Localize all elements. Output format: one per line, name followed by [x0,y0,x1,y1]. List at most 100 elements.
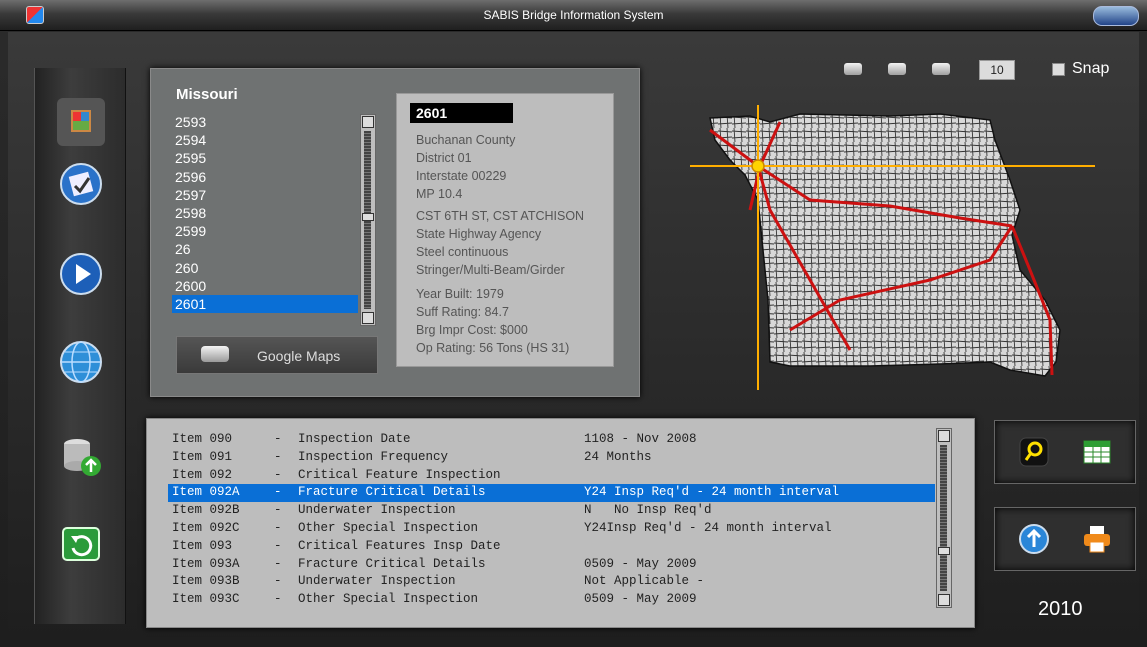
inspection-list-scrollbar[interactable] [936,428,952,608]
brg-impr-cost: Brg Impr Cost: $000 [416,323,528,337]
bridge-info-card: 2601 Buchanan County District 01 Interst… [396,93,614,367]
inspection-row[interactable]: Item 093 - Critical Features Insp Date [168,538,935,556]
inspection-row[interactable]: Item 093A - Fracture Critical Details 0509 … [168,556,935,574]
map-option-button-2[interactable] [888,63,906,75]
inspection-value: Y24 Insp Req'd - 24 month interval [584,485,840,500]
inspection-value: 0509 - May 2009 [584,592,697,607]
inspection-row[interactable]: Item 093B - Underwater Inspection Not Appli… [168,573,935,591]
title-bar: SABIS Bridge Information System [0,0,1147,31]
list-item[interactable]: 2595 [172,149,358,167]
inspection-dash: - [274,503,282,518]
table-grid-icon[interactable] [1081,436,1113,468]
inspection-desc: Critical Features Insp Date [298,538,501,553]
inspection-items-list[interactable]: Item 090- Inspection Date 1108 - Nov 2008 I… [168,431,935,609]
inspection-desc: Other Special Inspection [298,520,479,535]
inspection-row[interactable]: Item 093C - Other Special Inspection 0509 -… [168,591,935,609]
inspection-dash: - [274,592,282,607]
print-icon[interactable] [1081,523,1113,555]
inspection-value: N No Insp Req'd [584,503,712,518]
inspection-item: Item 092 [172,467,233,482]
inspection-row[interactable]: Item 090 - Inspection Date 1108 - Nov 2008 [168,431,935,449]
list-item[interactable]: 2596 [172,168,358,186]
year-built: Year Built: 1979 [416,287,504,301]
inspection-dash: - [274,467,282,482]
scroll-down-arrow[interactable] [938,594,950,606]
map-option-button-1[interactable] [844,63,862,75]
map-option-button-3[interactable] [932,63,950,75]
upload-arrow-icon[interactable] [1018,523,1050,555]
scroll-track[interactable] [940,445,947,591]
tools-box-bottom [994,507,1136,571]
inspection-row[interactable]: Item 092C - Other Special Inspection Y24Ins… [168,520,935,538]
suff-rating: Suff Rating: 84.7 [416,305,509,319]
google-maps-label: Google Maps [257,348,341,364]
google-maps-button[interactable]: Google Maps [176,336,378,374]
play-icon[interactable] [57,250,105,298]
refresh-icon[interactable] [57,520,105,568]
inspection-value: Y24Insp Req'd - 24 month interval [584,520,832,535]
inspection-desc: Critical Feature Inspection [298,467,501,482]
year-label: 2010 [1038,598,1083,620]
structure-list-scrollbar[interactable] [360,114,376,326]
list-item[interactable]: 26 [172,240,358,258]
count-field[interactable]: 10 [979,60,1015,80]
inspection-row[interactable]: Item 092B - Underwater Inspection N No Insp… [168,502,935,520]
feature-crossed: CST 6TH ST, CST ATCHISON [416,209,585,223]
scroll-thumb[interactable] [938,547,950,555]
inspection-desc: Underwater Inspection [298,574,456,589]
bridge-app-icon[interactable] [57,98,105,146]
inspection-desc: Underwater Inspection [298,503,456,518]
inspection-desc: Fracture Critical Details [298,556,486,571]
district: District 01 [416,151,472,165]
list-item[interactable]: 2597 [172,186,358,204]
inspection-desc: Other Special Inspection [298,592,479,607]
material: Steel continuous [416,245,509,259]
list-item[interactable]: 260 [172,259,358,277]
sidebar [34,68,126,624]
snap-checkbox[interactable] [1052,63,1065,76]
checklist-icon[interactable] [57,160,105,208]
inspection-value: 0509 - May 2009 [584,556,697,571]
bridge-id: 2601 [410,103,513,123]
inspection-row[interactable]: Item 092 - Critical Feature Inspection [168,467,935,485]
globe-icon[interactable] [57,338,105,386]
inspection-value: 24 Months [584,449,652,464]
inspection-item: Item 092B [172,503,240,518]
inspection-item: Item 093B [172,574,240,589]
scroll-up-arrow[interactable] [362,116,374,128]
structure-list[interactable]: 2593 2594 2595 2596 2597 2598 2599 26 26… [172,113,358,327]
list-item[interactable]: 2599 [172,222,358,240]
tools-box-top [994,420,1136,484]
inspection-row[interactable]: Item 091 - Inspection Frequency 24 Months [168,449,935,467]
scroll-up-arrow[interactable] [938,430,950,442]
list-item[interactable]: 2593 [172,113,358,131]
inspection-dash: - [274,449,282,464]
scroll-thumb[interactable] [362,213,374,221]
inspection-dash: - [274,485,282,500]
window-controls[interactable] [1093,6,1139,26]
inspection-item: Item 091 [172,449,233,464]
scroll-down-arrow[interactable] [362,312,374,324]
inspection-item: Item 092A [172,485,240,500]
owner: State Highway Agency [416,227,542,241]
inspection-dash: - [274,520,282,535]
selected-bridge-marker [751,159,765,173]
snap-label: Snap [1072,60,1110,77]
window-title: SABIS Bridge Information System [483,8,664,22]
inspection-dash: - [274,556,282,571]
list-item[interactable]: 2594 [172,131,358,149]
inspection-item: Item 092C [172,520,240,535]
search-icon[interactable] [1018,436,1050,468]
toggle-indicator-icon [201,346,229,362]
database-upload-icon[interactable] [57,432,105,480]
inspection-row-selected[interactable]: Item 092A - Fracture Critical Details Y24 I… [168,484,935,503]
design: Stringer/Multi-Beam/Girder [416,263,565,277]
list-item[interactable]: 2598 [172,204,358,222]
inspection-value: 1108 - Nov 2008 [584,432,697,446]
list-item[interactable]: 2600 [172,277,358,295]
list-item-selected[interactable]: 2601 [172,294,358,314]
route: Interstate 00229 [416,169,507,183]
missouri-map[interactable] [690,100,1100,390]
inspection-item: Item 093A [172,556,240,571]
op-rating: Op Rating: 56 Tons (HS 31) [416,341,570,355]
